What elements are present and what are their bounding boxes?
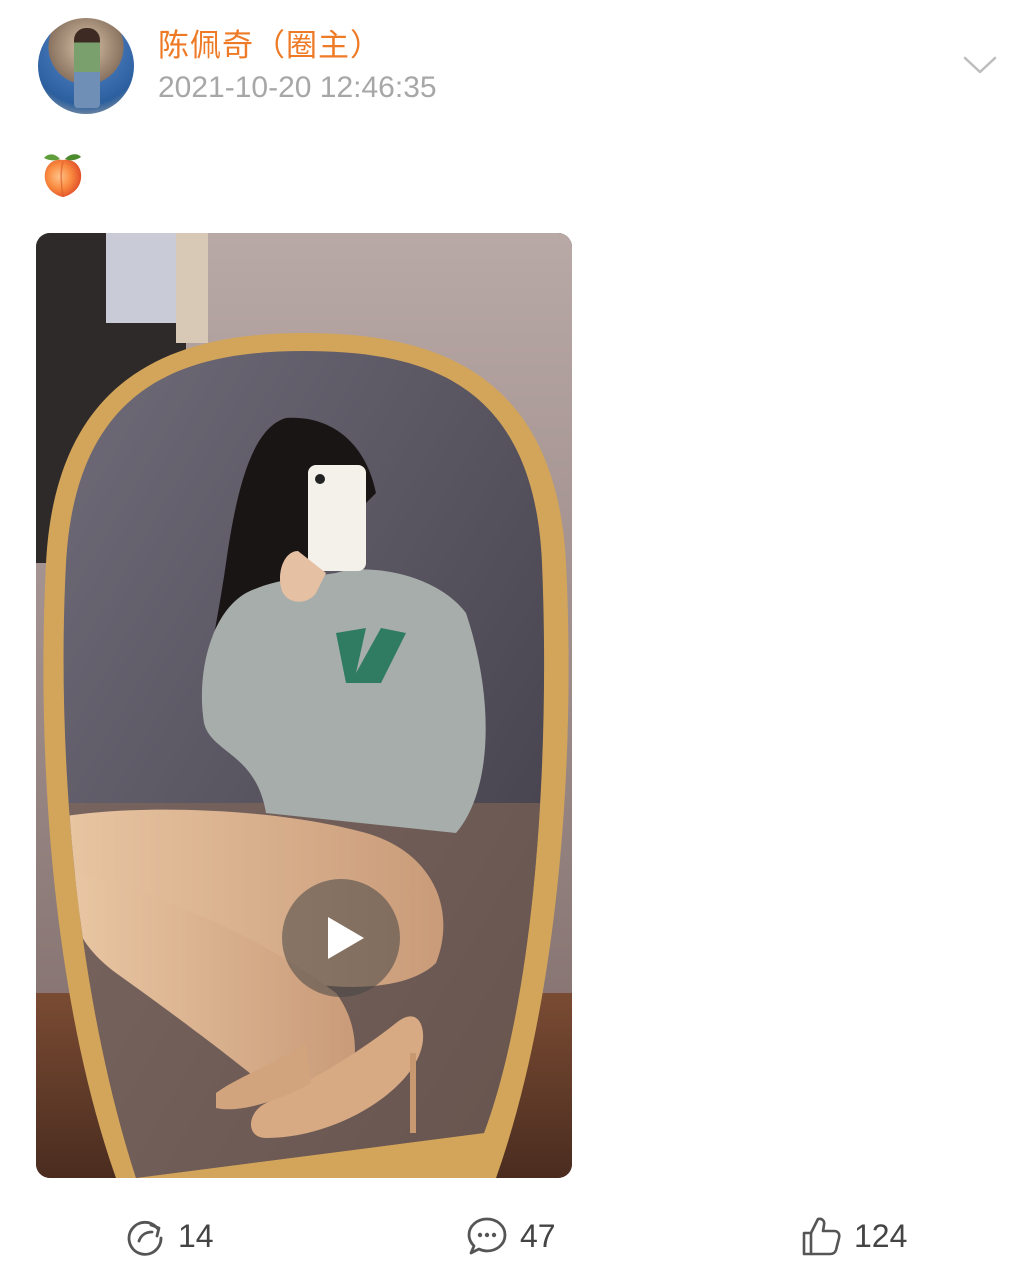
feed-post: 陈佩奇（圈主） 2021-10-20 12:46:35 14 47 124 bbox=[0, 0, 1030, 1280]
avatar-photo bbox=[74, 28, 100, 108]
post-text bbox=[40, 150, 86, 198]
peach-emoji-icon bbox=[44, 154, 82, 197]
repost-icon bbox=[127, 1220, 163, 1256]
like-button[interactable]: 124 bbox=[800, 1210, 907, 1262]
video-preview-image bbox=[36, 233, 572, 1178]
play-button[interactable] bbox=[282, 879, 400, 997]
avatar[interactable] bbox=[38, 18, 134, 114]
video-thumbnail[interactable] bbox=[36, 233, 572, 1178]
play-icon bbox=[328, 917, 364, 959]
repost-button[interactable]: 14 bbox=[124, 1210, 214, 1262]
comment-count: 47 bbox=[520, 1217, 556, 1254]
repost-count: 14 bbox=[178, 1217, 214, 1254]
thumbs-up-icon bbox=[802, 1217, 841, 1256]
author-name[interactable]: 陈佩奇（圈主） bbox=[158, 20, 382, 65]
post-timestamp: 2021-10-20 12:46:35 bbox=[158, 71, 437, 104]
comment-button[interactable]: 47 bbox=[466, 1210, 556, 1262]
comment-icon bbox=[467, 1217, 507, 1255]
like-count: 124 bbox=[854, 1217, 908, 1254]
chevron-down-icon[interactable] bbox=[962, 52, 998, 78]
